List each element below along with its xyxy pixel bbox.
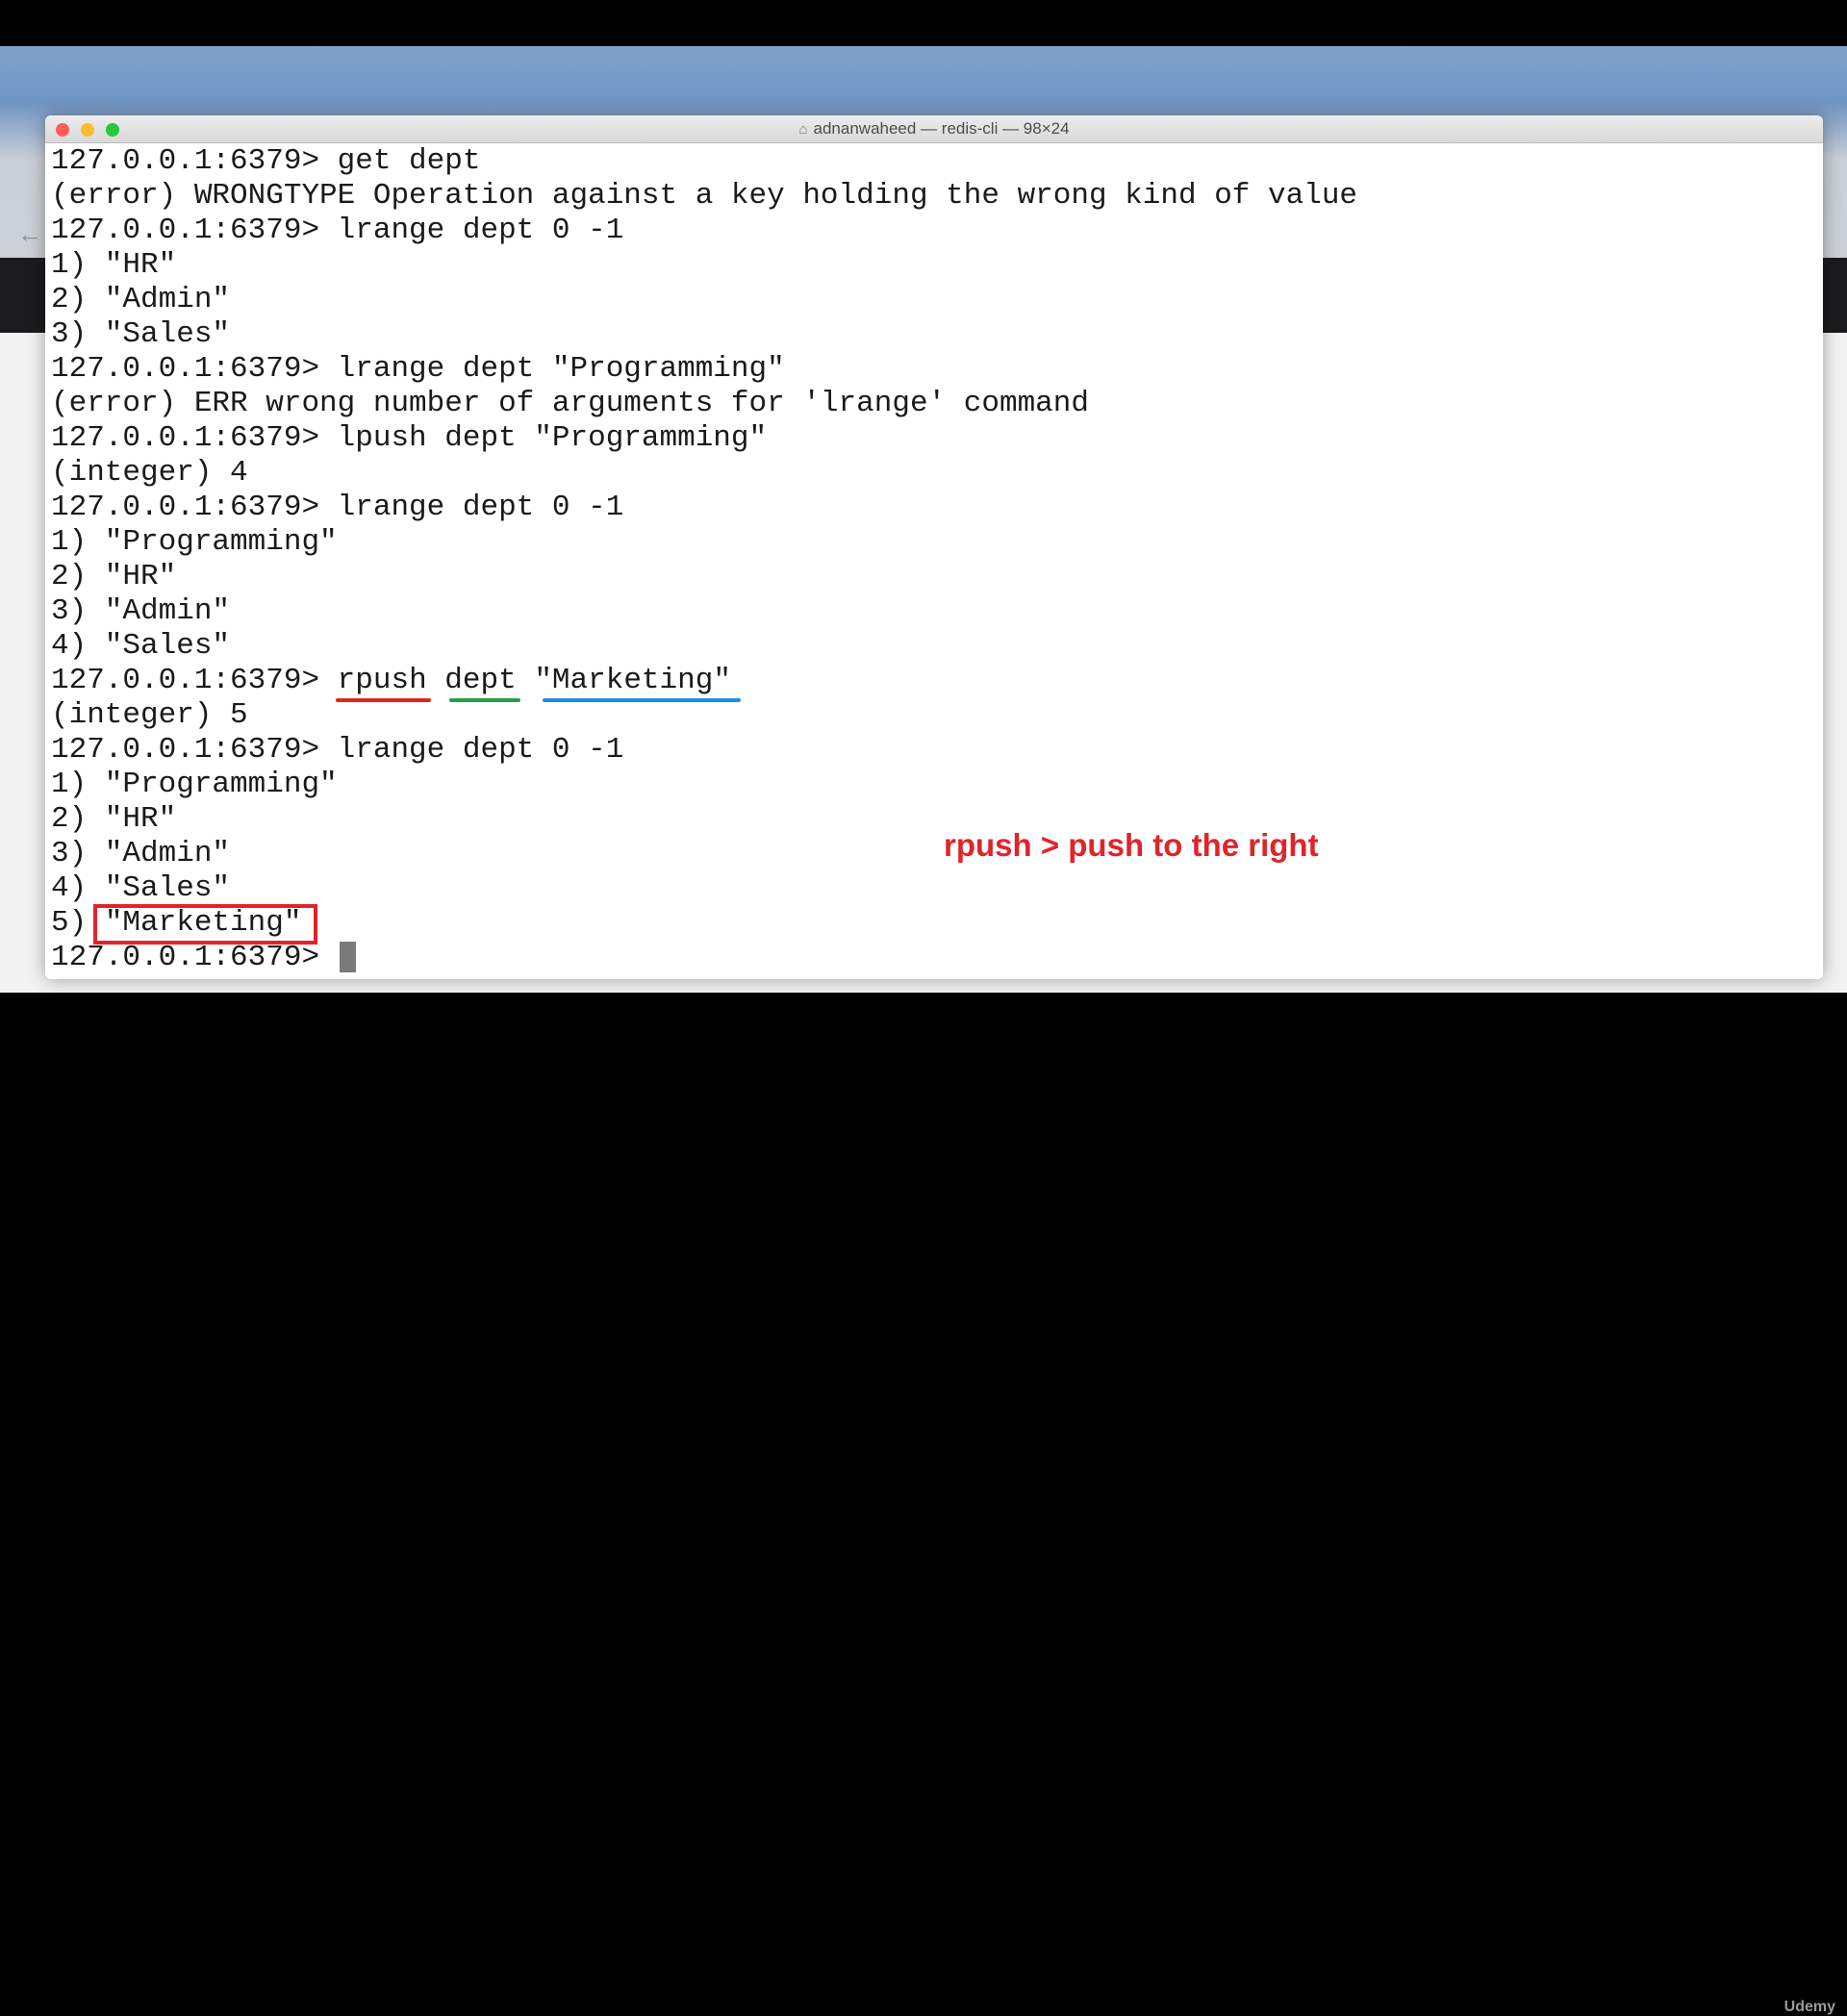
terminal-line: (error) ERR wrong number of arguments fo… xyxy=(51,387,1089,420)
terminal-line: 127.0.0.1:6379> lrange dept 0 -1 xyxy=(51,214,624,247)
terminal-window: ⌂ adnanwaheed — redis-cli — 98×24 127.0.0… xyxy=(45,115,1823,979)
terminal-line: 1) "Programming" xyxy=(51,525,338,559)
terminal-line: (error) WRONGTYPE Operation against a ke… xyxy=(51,179,1358,213)
annotation-text: rpush > push to the right xyxy=(944,827,1319,863)
rpush-key: dept xyxy=(444,664,517,697)
window-title-text: adnanwaheed — redis-cli — 98×24 xyxy=(813,119,1070,138)
terminal-line: 1) "Programming" xyxy=(51,768,338,801)
prompt: 127.0.0.1:6379> xyxy=(51,664,338,697)
terminal-line: (integer) 4 xyxy=(51,456,248,490)
terminal-line-rpush: 127.0.0.1:6379> rpush dept "Marketing" xyxy=(51,664,731,698)
terminal-line: 2) "HR" xyxy=(51,802,177,836)
terminal-line: 3) "Sales" xyxy=(51,317,231,351)
terminal-cursor xyxy=(339,941,356,972)
terminal-line: 3) "Admin" xyxy=(51,837,231,870)
terminal-line: 1) "HR" xyxy=(51,248,177,282)
prompt: 127.0.0.1:6379> xyxy=(51,941,338,974)
terminal-line: 4) "Sales" xyxy=(51,871,231,905)
video-top-letterbox xyxy=(0,0,1847,46)
terminal-line: 2) "HR" xyxy=(51,560,177,593)
terminal-prompt-line: 127.0.0.1:6379> xyxy=(51,941,356,975)
video-bottom-letterbox: Udemy xyxy=(0,993,1847,2015)
key-underline xyxy=(449,698,520,702)
value-underline xyxy=(543,698,741,702)
terminal-line: (integer) 5 xyxy=(51,698,248,732)
terminal-line: 127.0.0.1:6379> lrange dept 0 -1 xyxy=(51,733,624,767)
home-icon: ⌂ xyxy=(798,121,808,138)
terminal-output[interactable]: 127.0.0.1:6379> get dept (error) WRONGTY… xyxy=(45,144,1823,979)
terminal-line: 2) "Admin" xyxy=(51,283,231,316)
rpush-command: rpush xyxy=(337,664,427,697)
udemy-watermark: Udemy xyxy=(1784,1999,1835,2015)
rpush-value: "Marketing" xyxy=(534,664,731,697)
window-titlebar: ⌂ adnanwaheed — redis-cli — 98×24 xyxy=(45,115,1823,143)
terminal-line: 127.0.0.1:6379> get dept xyxy=(51,144,481,178)
terminal-line: 127.0.0.1:6379> lpush dept "Programming" xyxy=(51,421,768,455)
terminal-line: 4) "Sales" xyxy=(51,629,231,663)
window-title: ⌂ adnanwaheed — redis-cli — 98×24 xyxy=(45,115,1823,142)
command-underline xyxy=(336,698,431,702)
terminal-line: 127.0.0.1:6379> lrange dept "Programming… xyxy=(51,352,785,386)
terminal-line: 3) "Admin" xyxy=(51,594,231,628)
terminal-line: 127.0.0.1:6379> lrange dept 0 -1 xyxy=(51,491,624,524)
back-arrow-icon: ← xyxy=(17,219,42,248)
marketing-highlight-box xyxy=(93,904,317,945)
